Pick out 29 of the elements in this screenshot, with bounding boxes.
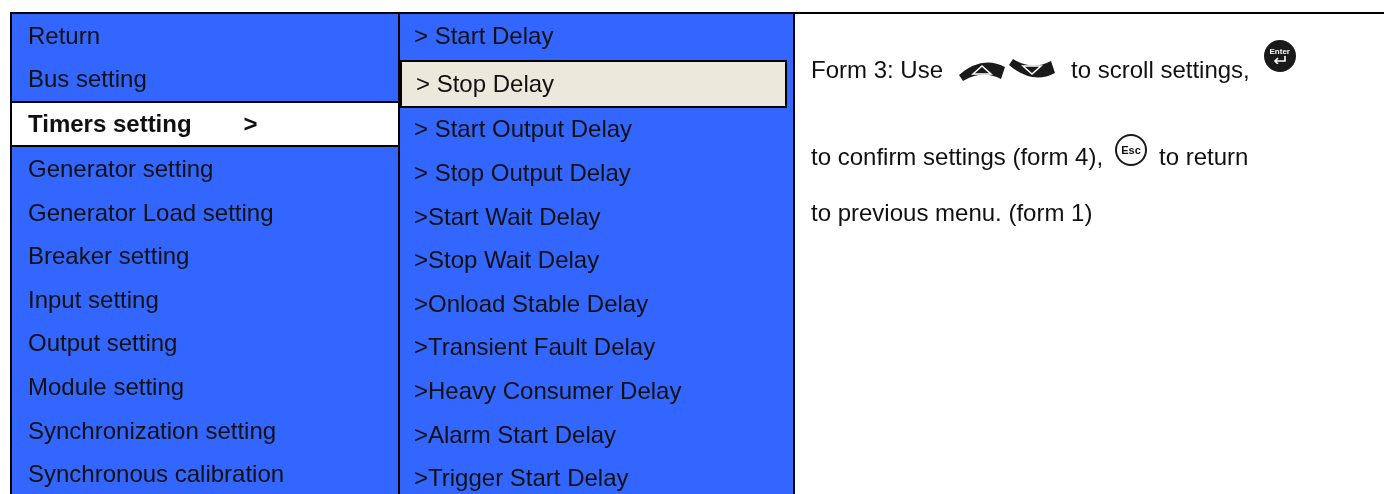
menu-item[interactable]: >Start Wait Delay	[400, 194, 793, 239]
instruction-text: to return	[1159, 143, 1249, 171]
menu-item[interactable]: Breaker setting	[12, 234, 398, 278]
menu-item[interactable]: Module setting	[12, 365, 398, 409]
menu-item[interactable]: >Onload Stable Delay	[400, 281, 793, 326]
menu-item[interactable]: Generator Load setting	[12, 190, 398, 235]
menu-item[interactable]: > Stop Delay	[400, 59, 787, 108]
menu-item[interactable]: > Start Output Delay	[400, 107, 793, 152]
menu-item[interactable]: Bus setting	[12, 57, 398, 102]
menu-item[interactable]: >Heavy Consumer Delay	[400, 369, 793, 413]
menu-item[interactable]: > Start Delay	[400, 14, 793, 58]
menu-item[interactable]: Return	[12, 14, 398, 58]
instruction-text: to scroll settings,	[1071, 56, 1250, 84]
instruction-text: to previous menu. (form 1)	[811, 199, 1093, 227]
menu-item[interactable]: Generator setting	[12, 147, 398, 191]
menu-item[interactable]: Timers setting >	[12, 101, 398, 148]
menu-item[interactable]: >Trigger Start Delay	[400, 456, 793, 494]
instruction-text: to confirm settings (form 4),	[811, 143, 1104, 171]
menu-item[interactable]: >Alarm Start Delay	[400, 412, 793, 457]
esc-key-icon: Esc	[1115, 134, 1148, 166]
menu-item[interactable]: >Transient Fault Delay	[400, 325, 793, 370]
menu-item[interactable]: Synchronization setting	[12, 408, 398, 453]
menu-item[interactable]: >Stop Wait Delay	[400, 238, 793, 282]
menu-item[interactable]: Input setting	[12, 277, 398, 322]
menu-item[interactable]: Synchronous calibration	[12, 452, 398, 494]
enter-key-icon: Enter	[1263, 40, 1296, 72]
menu-item[interactable]: > Stop Output Delay	[400, 151, 793, 195]
menu-item[interactable]: Output setting	[12, 321, 398, 366]
instruction-text: Form 3: Use	[811, 56, 944, 84]
